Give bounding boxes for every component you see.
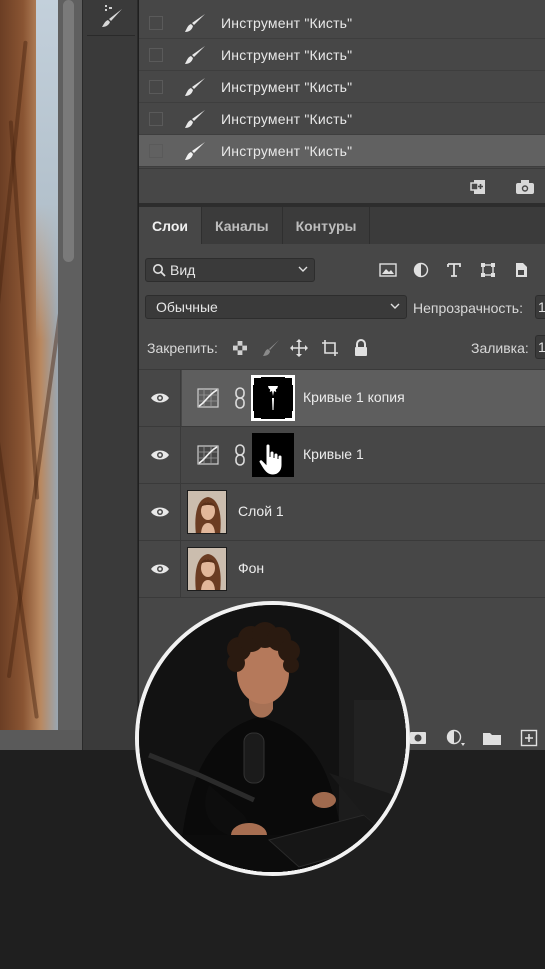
history-checkbox[interactable] [149, 47, 163, 62]
layer-filter-value: Вид [170, 262, 196, 278]
history-item-label: Инструмент "Кисть" [221, 142, 353, 159]
layer-filter-select[interactable]: Вид [145, 258, 315, 282]
brush-icon [181, 139, 209, 163]
layer-row[interactable]: Фон [139, 540, 545, 598]
app-root: { "history": { "items": [ {"label": "Инс… [0, 0, 545, 969]
brush-tool-icon[interactable] [87, 0, 135, 36]
webcam-overlay [135, 601, 410, 876]
layer-row[interactable]: Кривые 1 копия [139, 369, 545, 427]
fill-label: Заливка: [471, 340, 529, 356]
history-item[interactable]: Инструмент "Кисть" [139, 71, 545, 103]
history-panel: Инструмент "Кисть" Инструмент "Кисть" Ин… [139, 0, 545, 203]
image-filter-icon[interactable] [378, 261, 398, 279]
new-group-icon[interactable] [481, 728, 503, 748]
adjustment-filter-icon[interactable] [411, 261, 431, 279]
layer-mask-thumbnail[interactable] [251, 375, 295, 421]
history-item-current[interactable]: Инструмент "Кисть" [139, 135, 545, 167]
blend-mode-select[interactable]: Обычные [145, 295, 407, 319]
search-icon [153, 264, 166, 277]
canvas-scrollbar[interactable] [63, 0, 74, 262]
fill-input[interactable]: 1 [535, 335, 545, 359]
history-item-label: Инструмент "Кисть" [221, 110, 353, 127]
blend-mode-value: Обычные [156, 299, 218, 315]
presenter-video-frame [139, 605, 406, 872]
layer-thumbnail[interactable] [187, 547, 227, 591]
visibility-eye-icon[interactable] [149, 502, 171, 522]
brush-icon [181, 107, 209, 131]
layer-row[interactable]: Кривые 1 [139, 426, 545, 484]
history-item[interactable]: Инструмент "Кисть" [139, 103, 545, 135]
lock-paint-icon[interactable] [261, 338, 281, 358]
history-checkbox[interactable] [149, 143, 163, 158]
new-document-from-state-icon[interactable] [468, 177, 490, 197]
lock-artboard-icon[interactable] [320, 338, 340, 358]
tab-paths[interactable]: Контуры [283, 207, 371, 244]
layer-name: Фон [238, 560, 265, 576]
layer-name: Слой 1 [238, 503, 284, 519]
tab-channels[interactable]: Каналы [202, 207, 283, 244]
lock-transparent-icon[interactable] [230, 338, 250, 358]
curves-adjustment-icon[interactable] [196, 387, 220, 409]
history-item[interactable]: Инструмент "Кисть" [139, 7, 545, 39]
opacity-label: Непрозрачность: [413, 300, 523, 316]
divider [139, 597, 545, 598]
brush-icon [181, 11, 209, 35]
layer-row[interactable]: Слой 1 [139, 483, 545, 541]
history-item-label: Инструмент "Кисть" [221, 78, 353, 95]
lock-all-icon[interactable] [351, 338, 371, 358]
panel-icon-strip [82, 0, 138, 750]
panel-tabs: Слои Каналы Контуры [139, 207, 545, 244]
chevron-down-icon [390, 303, 400, 309]
chain-link-icon[interactable] [234, 444, 246, 466]
visibility-eye-icon[interactable] [149, 388, 171, 408]
visibility-eye-icon[interactable] [149, 445, 171, 465]
canvas-image[interactable] [0, 0, 58, 730]
layer-mask-thumbnail[interactable] [252, 433, 294, 477]
shape-filter-icon[interactable] [478, 261, 498, 279]
history-item-label: Инструмент "Кисть" [221, 14, 353, 31]
new-layer-icon[interactable] [518, 728, 540, 748]
camera-snapshot-icon[interactable] [514, 177, 536, 197]
chain-link-icon[interactable] [234, 387, 246, 409]
history-checkbox[interactable] [149, 15, 163, 30]
layer-thumbnail[interactable] [187, 490, 227, 534]
add-mask-icon[interactable] [407, 728, 429, 748]
history-checkbox[interactable] [149, 111, 163, 126]
history-item[interactable]: Инструмент "Кисть" [139, 39, 545, 71]
history-footer [139, 168, 545, 203]
brush-icon [181, 75, 209, 99]
lock-label: Закрепить: [147, 340, 218, 356]
opacity-input[interactable]: 1 [535, 295, 545, 319]
type-filter-icon[interactable] [444, 261, 464, 279]
canvas-status-bar [0, 730, 82, 750]
hand-cursor-icon [252, 433, 294, 477]
layer-name: Кривые 1 копия [303, 389, 405, 405]
smart-object-filter-icon[interactable] [511, 261, 531, 279]
lock-move-icon[interactable] [289, 338, 309, 358]
curves-adjustment-icon[interactable] [196, 444, 220, 466]
chevron-down-icon [298, 266, 308, 272]
history-checkbox[interactable] [149, 79, 163, 94]
brush-icon [181, 43, 209, 67]
visibility-eye-icon[interactable] [149, 559, 171, 579]
new-adjustment-layer-icon[interactable] [445, 728, 467, 748]
history-item-label: Инструмент "Кисть" [221, 46, 353, 63]
tab-layers[interactable]: Слои [139, 207, 202, 244]
layer-name: Кривые 1 [303, 446, 364, 462]
